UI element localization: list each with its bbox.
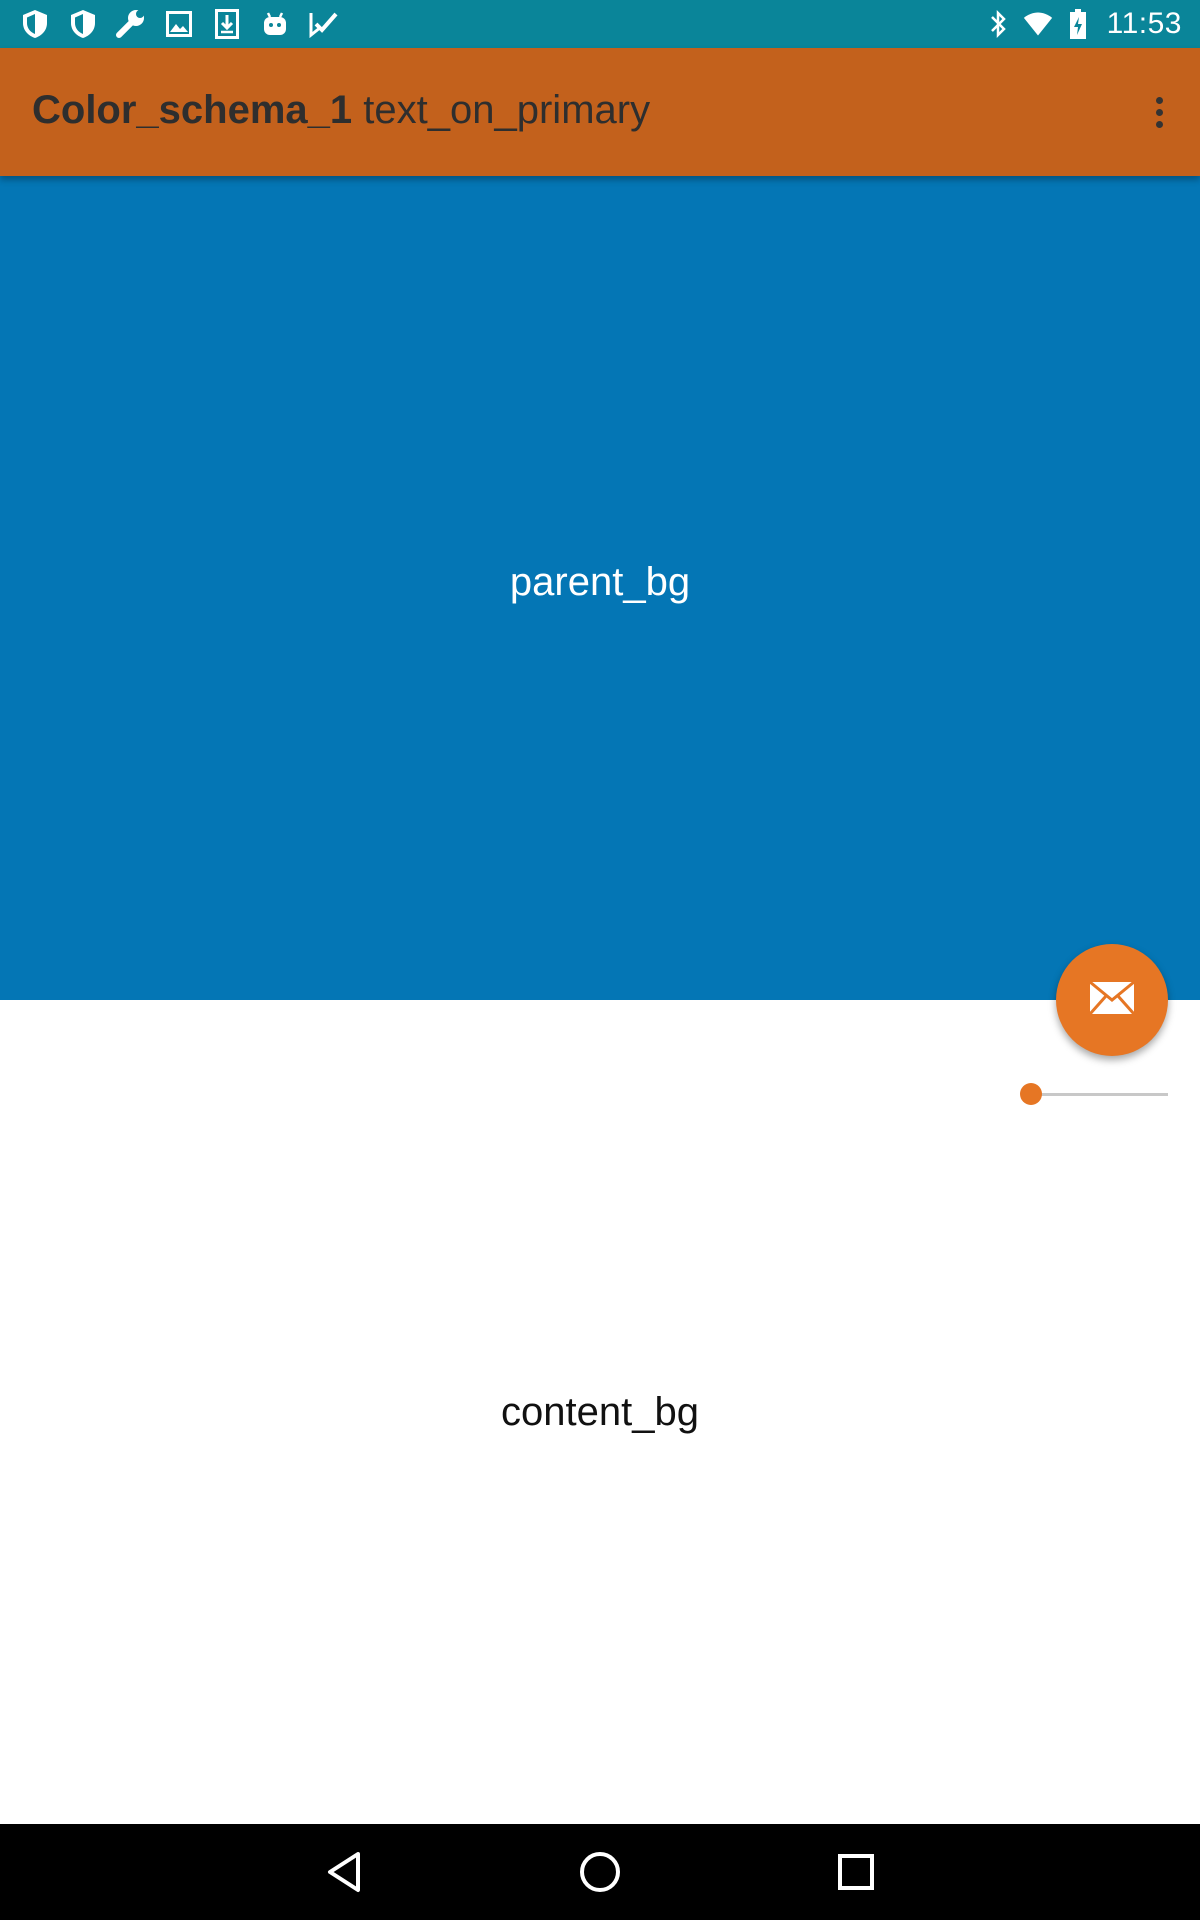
shield-icon: [18, 8, 52, 40]
mail-icon: [1088, 980, 1136, 1021]
app-title-name: Color_schema_1: [32, 88, 353, 132]
system-icons: 11:53: [973, 0, 1182, 48]
shield-icon: [66, 8, 100, 40]
home-icon: [580, 1852, 620, 1892]
image-icon: [162, 8, 196, 40]
mail-fab-button[interactable]: [1056, 944, 1168, 1056]
app-title: Color_schema_1 text_on_primary: [32, 88, 650, 133]
download-icon: [210, 8, 244, 40]
notification-icons: [18, 8, 354, 40]
status-time: 11:53: [1106, 7, 1182, 40]
parent-bg-label: parent_bg: [509, 559, 691, 604]
bluetooth-icon: [983, 8, 1013, 40]
check-icon: [306, 8, 340, 40]
content-bg-label: content_bg: [501, 1389, 699, 1434]
slider-thumb[interactable]: [1020, 1083, 1042, 1105]
content-bg-area: content_bg: [0, 1000, 1200, 1824]
wifi-icon: [1023, 8, 1053, 40]
back-button[interactable]: [314, 1842, 374, 1902]
navigation-bar: [0, 1824, 1200, 1920]
status-bar: 11:53: [0, 0, 1200, 48]
parent-bg-area: parent_bg: [0, 176, 1200, 1000]
android-icon: [258, 8, 292, 40]
seek-slider[interactable]: [1020, 1080, 1168, 1108]
recents-icon: [838, 1854, 874, 1890]
wrench-icon: [114, 8, 148, 40]
home-button[interactable]: [570, 1842, 630, 1902]
back-icon: [328, 1852, 360, 1892]
recents-button[interactable]: [826, 1842, 886, 1902]
more-vert-icon[interactable]: [1144, 88, 1174, 136]
battery-icon: [1063, 8, 1093, 40]
slider-track[interactable]: [1032, 1093, 1168, 1096]
app-title-subtitle: text_on_primary: [363, 88, 651, 132]
app-bar: Color_schema_1 text_on_primary: [0, 48, 1200, 176]
